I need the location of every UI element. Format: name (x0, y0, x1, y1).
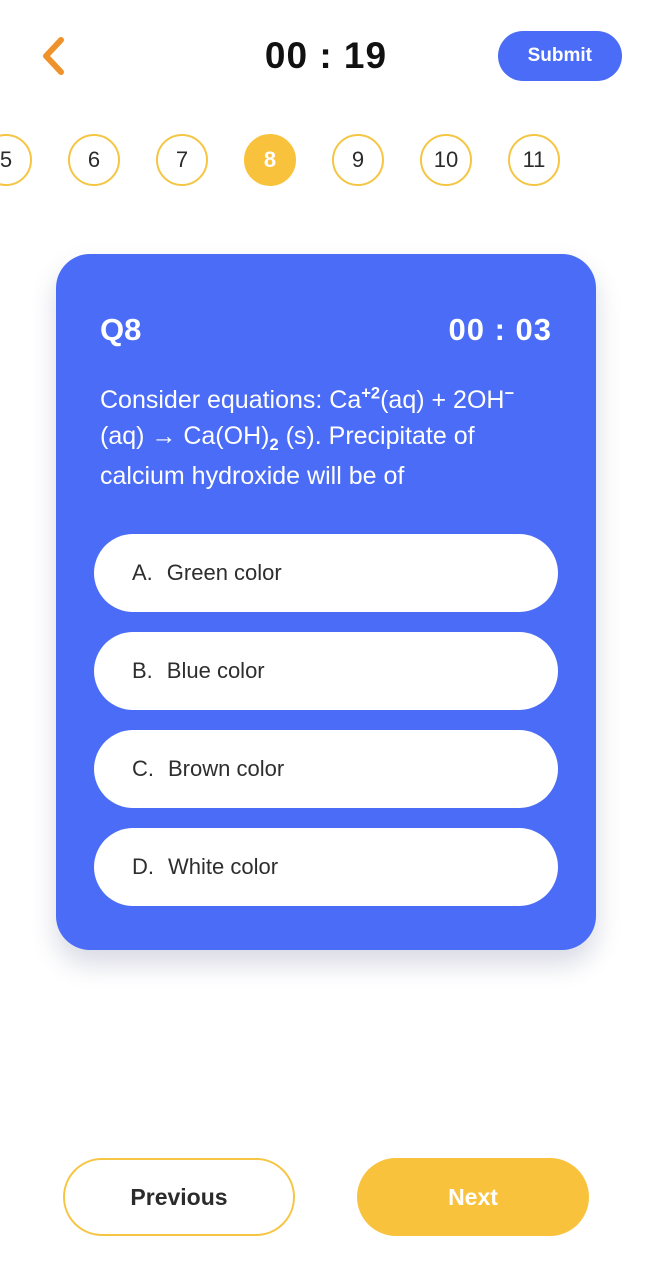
question-timer: 00 : 03 (448, 312, 552, 347)
question-card-header: Q8 00 : 03 (94, 312, 558, 348)
app-header: 00 : 19 Submit (0, 0, 652, 112)
quiz-screen: 00 : 19 Submit 5 6 7 8 9 10 11 Q8 00 : 03 Cons… (0, 0, 652, 1280)
question-nav-item-8[interactable]: 8 (244, 134, 296, 186)
question-number-label: Q8 (100, 312, 142, 347)
question-nav-item-10[interactable]: 10 (420, 134, 472, 186)
answer-options: A. Green color B. Blue color C. Brown color D.… (94, 534, 558, 907)
back-button[interactable] (30, 33, 76, 79)
option-letter: D. (132, 854, 154, 880)
option-letter: A. (132, 560, 153, 586)
option-label: Blue color (166, 658, 265, 684)
chevron-left-icon (40, 36, 66, 76)
question-nav-item-7[interactable]: 7 (156, 134, 208, 186)
option-label: White color (168, 854, 279, 880)
question-nav-item-5[interactable]: 5 (0, 134, 32, 186)
option-label: Brown color (168, 756, 285, 782)
question-text-part-2: (aq) + 2OH (380, 386, 505, 414)
footer-nav: Previous Next (0, 1140, 652, 1280)
answer-option-c[interactable]: C. Brown color (94, 730, 558, 809)
charge-superscript-plus-two: +2 (361, 384, 381, 403)
option-letter: C. (132, 756, 154, 782)
previous-button[interactable]: Previous (63, 1158, 295, 1236)
next-button[interactable]: Next (357, 1158, 589, 1236)
option-label: Green color (166, 560, 282, 586)
question-card: Q8 00 : 03 Consider equations: Ca+2(aq) … (56, 254, 596, 951)
question-number-nav[interactable]: 5 6 7 8 9 10 11 (0, 112, 652, 208)
question-nav-item-11[interactable]: 11 (508, 134, 560, 186)
question-text-part-1: Consider equations: Ca (100, 386, 362, 414)
answer-option-a[interactable]: A. Green color (94, 534, 558, 613)
charge-superscript-minus: − (504, 384, 515, 403)
question-text-part-3: (aq) → Ca(OH) (100, 422, 270, 451)
answer-option-b[interactable]: B. Blue color (94, 632, 558, 711)
formula-subscript-two: 2 (269, 436, 279, 455)
answer-option-d[interactable]: D. White color (94, 828, 558, 907)
submit-button[interactable]: Submit (497, 31, 622, 81)
option-letter: B. (132, 658, 153, 684)
question-text: Consider equations: Ca+2(aq) + 2OH− (aq) … (94, 382, 558, 494)
question-card-area: Q8 00 : 03 Consider equations: Ca+2(aq) … (0, 208, 652, 1140)
question-nav-item-9[interactable]: 9 (332, 134, 384, 186)
question-nav-item-6[interactable]: 6 (68, 134, 120, 186)
